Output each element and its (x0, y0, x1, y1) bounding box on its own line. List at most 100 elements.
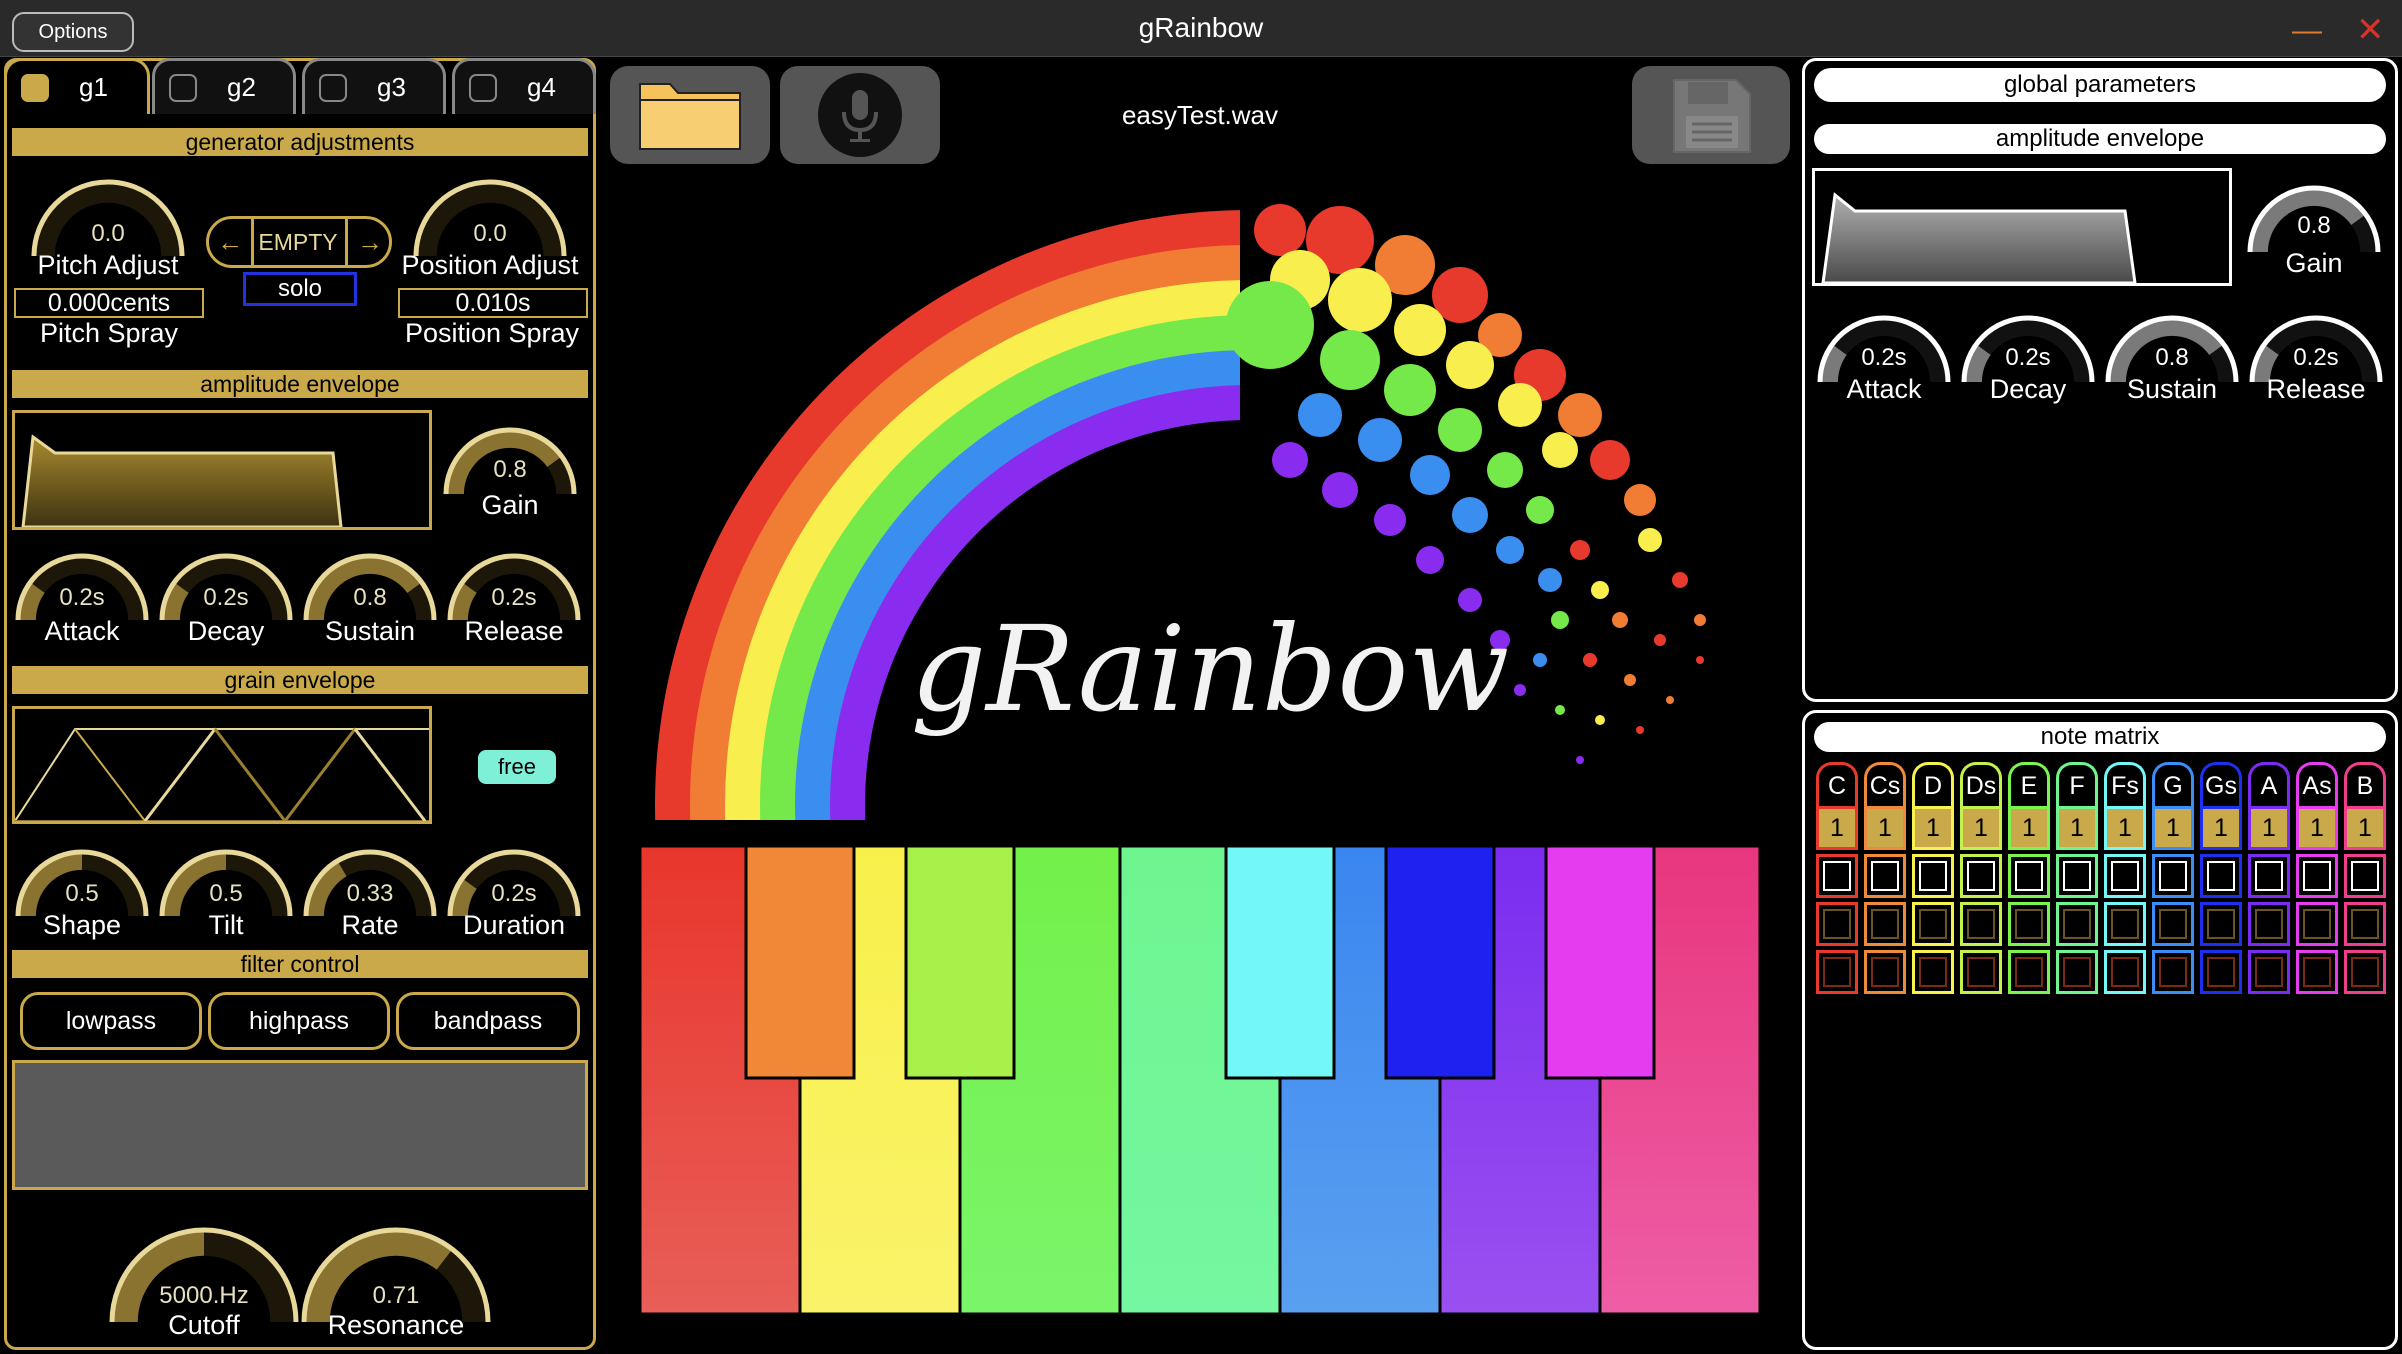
note-candidate-cell-a-3[interactable] (2248, 950, 2290, 994)
g4-enable-checkbox[interactable] (469, 73, 497, 102)
close-icon[interactable]: ✕ (2356, 10, 2385, 50)
note-candidate-cell-b-1[interactable] (2344, 854, 2386, 898)
tab-g1[interactable]: g1 (4, 58, 150, 114)
note-candidate-cell-d-2[interactable] (1912, 902, 1954, 946)
note-candidate-cell-f-3[interactable] (2056, 950, 2098, 994)
cell-indicator (2159, 861, 2187, 891)
window-title: gRainbow (1138, 12, 1264, 43)
note-candidate-cell-c-1[interactable] (1816, 854, 1858, 898)
tab-label: g2 (227, 72, 256, 102)
piano-key-as[interactable] (1544, 844, 1656, 1080)
pitch-adjust-value: 0.0 (91, 220, 125, 247)
note-candidate-cell-gs-3[interactable] (2200, 950, 2242, 994)
note-gain-cell-ds[interactable]: 1 (1960, 806, 2002, 850)
note-gain-cell-d[interactable]: 1 (1912, 806, 1954, 850)
note-candidate-cell-g-3[interactable] (2152, 950, 2194, 994)
cell-indicator (2303, 909, 2331, 939)
note-candidate-cell-b-3[interactable] (2344, 950, 2386, 994)
note-candidate-cell-a-1[interactable] (2248, 854, 2290, 898)
global-attack-value: 0.2s (1861, 344, 1907, 371)
global-release-knob[interactable]: 0.2s Release (2246, 302, 2386, 429)
tab-label: g4 (527, 72, 556, 102)
selector-label: EMPTY (258, 229, 338, 255)
cell-indicator (1919, 957, 1947, 987)
tab-g3[interactable]: g3 (302, 58, 446, 114)
note-candidate-cell-ds-1[interactable] (1960, 854, 2002, 898)
grain-envelope-graph[interactable] (12, 706, 432, 824)
note-gain-cell-c[interactable]: 1 (1816, 806, 1858, 850)
free-sync-toggle[interactable]: free (478, 750, 556, 784)
note-candidate-cell-g-2[interactable] (2152, 902, 2194, 946)
note-gain-cell-gs[interactable]: 1 (2200, 806, 2242, 850)
prev-arrow-icon[interactable]: ← (209, 219, 254, 265)
note-candidate-cell-f-2[interactable] (2056, 902, 2098, 946)
note-candidate-cell-c-2[interactable] (1816, 902, 1858, 946)
note-candidate-cell-f-1[interactable] (2056, 854, 2098, 898)
note-gain-cell-as[interactable]: 1 (2296, 806, 2338, 850)
note-candidate-cell-d-1[interactable] (1912, 854, 1954, 898)
lowpass-button[interactable]: lowpass (20, 992, 202, 1050)
position-adjust-knob[interactable]: 0.0 Position Adjust (401, 166, 579, 310)
g2-enable-checkbox[interactable] (169, 73, 197, 102)
note-candidate-cell-gs-2[interactable] (2200, 902, 2242, 946)
g1-enable-checkbox[interactable] (21, 73, 49, 102)
note-candidate-cell-fs-3[interactable] (2104, 950, 2146, 994)
note-candidate-cell-cs-2[interactable] (1864, 902, 1906, 946)
note-candidate-cell-gs-1[interactable] (2200, 854, 2242, 898)
piano-key-gs[interactable] (1384, 844, 1496, 1080)
cell-indicator (1967, 861, 1995, 891)
filter-response-graph[interactable] (12, 1060, 588, 1190)
note-candidate-cell-ds-3[interactable] (1960, 950, 2002, 994)
pitch-spray-field[interactable]: 0.000cents (14, 288, 204, 318)
piano-key-ds[interactable] (904, 844, 1016, 1080)
note-candidate-cell-fs-2[interactable] (2104, 902, 2146, 946)
note-candidate-cell-g-1[interactable] (2152, 854, 2194, 898)
solo-button[interactable]: solo (243, 272, 357, 306)
note-candidate-cell-cs-1[interactable] (1864, 854, 1906, 898)
open-file-button[interactable] (610, 66, 770, 164)
minimize-icon[interactable]: — (2292, 14, 2322, 48)
global-amplitude-envelope-graph[interactable] (1812, 168, 2232, 286)
position-spray-field[interactable]: 0.010s (398, 288, 588, 318)
note-candidate-cell-e-1[interactable] (2008, 854, 2050, 898)
grain-duration-knob[interactable]: 0.2s Duration (444, 836, 584, 963)
note-candidate-cell-e-2[interactable] (2008, 902, 2050, 946)
note-candidate-cell-as-1[interactable] (2296, 854, 2338, 898)
record-button[interactable] (780, 66, 940, 164)
position-spray-label: Position Spray (404, 318, 580, 348)
note-header-a: A (2248, 762, 2290, 806)
note-gain-cell-fs[interactable]: 1 (2104, 806, 2146, 850)
note-candidate-cell-as-2[interactable] (2296, 902, 2338, 946)
note-candidate-cell-e-3[interactable] (2008, 950, 2050, 994)
pitch-adjust-knob[interactable]: 0.0 Pitch Adjust (28, 166, 188, 310)
note-gain-cell-f[interactable]: 1 (2056, 806, 2098, 850)
note-gain-cell-g[interactable]: 1 (2152, 806, 2194, 850)
tab-g2[interactable]: g2 (152, 58, 296, 114)
note-gain-cell-e[interactable]: 1 (2008, 806, 2050, 850)
note-gain-cell-cs[interactable]: 1 (1864, 806, 1906, 850)
amplitude-envelope-graph[interactable] (12, 410, 432, 530)
bandpass-button[interactable]: bandpass (396, 992, 580, 1050)
note-candidate-cell-b-2[interactable] (2344, 902, 2386, 946)
note-gain-cell-a[interactable]: 1 (2248, 806, 2290, 850)
save-button[interactable] (1632, 66, 1790, 164)
note-candidate-cell-as-3[interactable] (2296, 950, 2338, 994)
note-candidate-cell-c-3[interactable] (1816, 950, 1858, 994)
note-candidate-cell-ds-2[interactable] (1960, 902, 2002, 946)
note-header-fs: Fs (2104, 762, 2146, 806)
tab-g4[interactable]: g4 (452, 58, 596, 114)
piano-key-cs[interactable] (744, 844, 856, 1080)
cell-indicator (2111, 909, 2139, 939)
note-candidate-cell-d-3[interactable] (1912, 950, 1954, 994)
note-candidate-cell-fs-1[interactable] (2104, 854, 2146, 898)
amp-release-knob[interactable]: 0.2s Release (444, 540, 584, 667)
note-candidate-cell-cs-3[interactable] (1864, 950, 1906, 994)
note-gain-cell-b[interactable]: 1 (2344, 806, 2386, 850)
amp-gain-knob[interactable]: 0.8 Gain (440, 414, 580, 541)
note-candidate-cell-a-2[interactable] (2248, 902, 2290, 946)
piano-key-fs[interactable] (1224, 844, 1336, 1080)
filter-resonance-knob[interactable]: 0.71 Resonance (298, 1212, 494, 1354)
global-gain-knob[interactable]: 0.8 Gain (2244, 172, 2384, 299)
g3-enable-checkbox[interactable] (319, 73, 347, 102)
highpass-button[interactable]: highpass (208, 992, 390, 1050)
